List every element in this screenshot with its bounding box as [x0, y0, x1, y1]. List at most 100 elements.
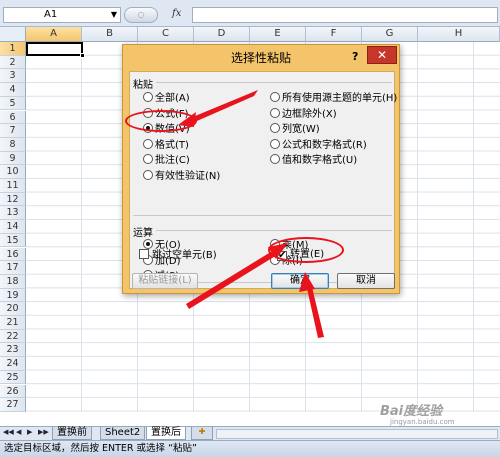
row-header[interactable]: 4 [0, 83, 26, 97]
radio-icon [270, 138, 280, 149]
radio-option[interactable]: 列宽(W) [270, 123, 320, 135]
radio-option[interactable]: 公式和数字格式(R) [270, 138, 367, 151]
column-header[interactable]: A [26, 27, 82, 42]
watermark-url: jingyan.baidu.com [390, 418, 455, 426]
row-header[interactable]: 18 [0, 274, 26, 289]
row-header[interactable]: 23 [0, 343, 26, 358]
skip-blanks-label: 跳过空单元(B) [152, 250, 217, 261]
sheet-tab[interactable]: 置换后 [146, 427, 186, 440]
radio-option[interactable]: 值和数字格式(U) [270, 154, 357, 166]
cancel-button[interactable]: 取消 [337, 273, 395, 289]
radio-label: 有效性验证(N) [155, 170, 221, 182]
row-header[interactable]: 19 [0, 288, 26, 303]
name-box[interactable]: A1 ▼ [3, 7, 121, 23]
row-header[interactable]: 5 [0, 96, 26, 111]
status-text: 选定目标区域，然后按 ENTER 或选择 “粘贴” [4, 443, 197, 454]
row-header[interactable]: 12 [0, 192, 26, 207]
row-header[interactable]: 25 [0, 370, 26, 385]
formula-input[interactable] [192, 7, 498, 23]
watermark: Bai度经验 jingyan.baidu.com [380, 400, 455, 426]
row-header[interactable]: 24 [0, 357, 26, 371]
row-header[interactable]: 16 [0, 247, 26, 262]
row-header[interactable]: 9 [0, 151, 26, 166]
formula-bar: A1 ▼ ◌ fx [0, 0, 500, 27]
radio-label: 公式和数字格式(R) [282, 139, 367, 151]
radio-icon [143, 92, 153, 102]
formula-controls: ◌ fx [124, 7, 190, 23]
select-all-corner[interactable] [0, 27, 26, 42]
radio-icon [143, 154, 153, 164]
sheet-nav-icon[interactable]: ▶▶ [38, 428, 49, 436]
radio-label: 批注(C) [155, 155, 190, 166]
active-cell[interactable] [26, 42, 83, 56]
watermark-logo: Bai度经验 [380, 404, 443, 419]
horizontal-scrollbar[interactable] [216, 429, 498, 439]
paste-special-dialog: 选择性粘贴 ? ✕ 粘贴 全部(A) 公式(F) 数值(V) 格式(T) 批注(C) 有效… [122, 44, 400, 294]
row-header[interactable]: 22 [0, 329, 26, 344]
column-header[interactable]: G [362, 27, 418, 42]
ok-button[interactable]: 确定 [271, 273, 329, 289]
column-header[interactable]: H [418, 27, 500, 42]
radio-icon [143, 169, 153, 180]
paste-link-button[interactable]: 粘贴链接(L) [132, 273, 198, 289]
column-header[interactable]: E [250, 27, 306, 42]
row-header[interactable]: 3 [0, 69, 26, 84]
row-header[interactable]: 26 [0, 384, 26, 399]
row-header[interactable]: 15 [0, 233, 26, 248]
radio-icon [270, 92, 280, 102]
column-header[interactable]: D [194, 27, 250, 42]
row-header[interactable]: 2 [0, 55, 26, 70]
radio-label: 边框除外(X) [282, 108, 337, 120]
highlight-ellipse-values [125, 110, 197, 132]
close-button[interactable]: ✕ [367, 46, 397, 64]
radio-label: 列宽(W) [282, 124, 320, 135]
chevron-down-icon[interactable]: ▼ [111, 8, 117, 22]
row-header[interactable]: 17 [0, 261, 26, 275]
radio-option[interactable]: 格式(T) [143, 138, 189, 151]
radio-option[interactable]: 有效性验证(N) [143, 169, 221, 182]
radio-label: 值和数字格式(U) [282, 155, 358, 166]
row-header[interactable]: 13 [0, 206, 26, 221]
radio-icon [270, 107, 280, 118]
radio-icon [270, 154, 280, 164]
status-bar: 选定目标区域，然后按 ENTER 或选择 “粘贴” [0, 440, 500, 457]
sheet-tab[interactable]: Sheet2 [100, 427, 146, 440]
sheet-nav-icon[interactable]: ◀ [16, 428, 21, 436]
help-button[interactable]: ? [352, 50, 358, 63]
divider [133, 215, 392, 216]
sheet-nav-icon[interactable]: ▶ [27, 428, 32, 436]
sheet-tab-bar: ◀◀ ◀ ▶ ▶▶ 置换前 Sheet2 置换后 ✚ [0, 426, 500, 440]
radio-option[interactable]: 所有使用源主题的单元(H) [270, 92, 397, 104]
row-header[interactable]: 7 [0, 124, 26, 138]
radio-icon [270, 123, 280, 133]
row-header[interactable]: 1 [0, 42, 26, 56]
radio-selected-icon [143, 239, 153, 249]
sheet-tab[interactable]: 置换前 [52, 427, 92, 440]
row-header[interactable]: 10 [0, 165, 26, 179]
radio-option[interactable]: 边框除外(X) [270, 107, 337, 120]
radio-label: 所有使用源主题的单元(H) [282, 93, 398, 104]
radio-option[interactable]: 批注(C) [143, 154, 190, 166]
column-header[interactable]: B [82, 27, 138, 42]
paste-group-label: 粘贴 [133, 80, 153, 91]
sheet-nav-icon[interactable]: ◀◀ [3, 428, 14, 436]
row-header[interactable]: 14 [0, 220, 26, 234]
fill-handle[interactable] [80, 53, 85, 58]
expand-icon[interactable]: ◌ [124, 7, 158, 23]
radio-icon [143, 138, 153, 149]
name-box-value: A1 [44, 9, 58, 20]
row-header[interactable]: 11 [0, 179, 26, 193]
row-header[interactable]: 8 [0, 137, 26, 152]
insert-function-button[interactable]: fx [172, 8, 181, 19]
insert-sheet-icon[interactable]: ✚ [191, 427, 213, 440]
row-header[interactable]: 6 [0, 110, 26, 125]
skip-blanks-checkbox[interactable]: 跳过空单元(B) [139, 249, 217, 261]
column-header[interactable]: F [306, 27, 362, 42]
row-header[interactable]: 20 [0, 302, 26, 316]
row-header[interactable]: 27 [0, 398, 26, 412]
column-header[interactable]: C [138, 27, 194, 42]
radio-option[interactable]: 全部(A) [143, 92, 190, 104]
operation-group-label: 运算 [133, 228, 153, 239]
row-header[interactable]: 21 [0, 316, 26, 330]
radio-label: 格式(T) [155, 139, 189, 151]
